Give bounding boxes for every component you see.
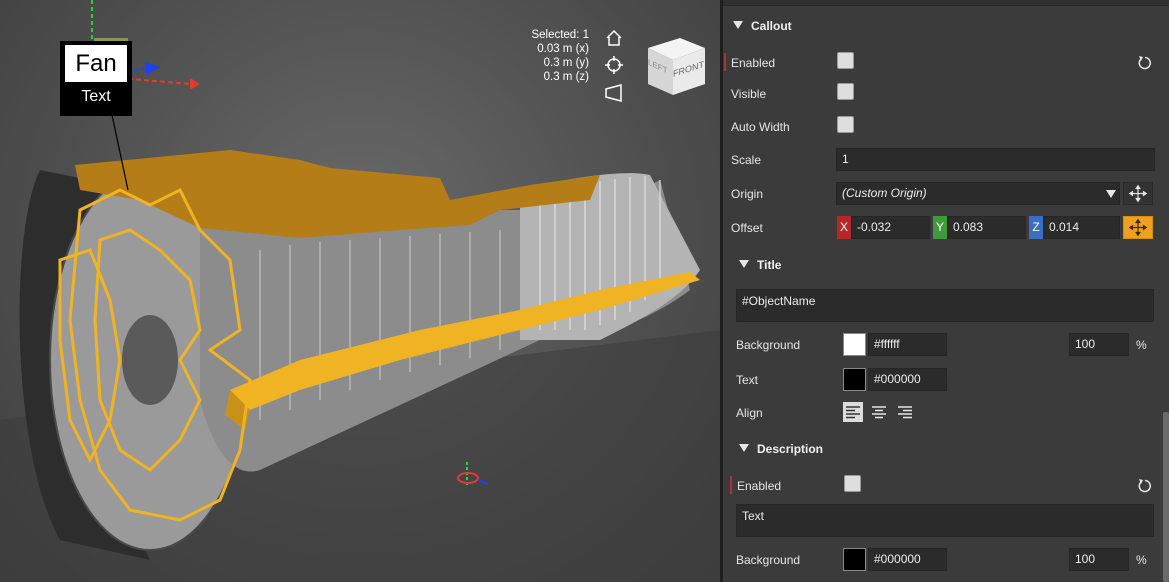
modified-indicator: [724, 53, 726, 71]
title-text-color-swatch[interactable]: [843, 368, 866, 391]
offset-x-input[interactable]: -0.032: [851, 216, 930, 239]
move-origin-icon[interactable]: [1123, 182, 1153, 205]
callout-offset-label: Offset: [731, 221, 763, 235]
title-align-label: Align: [736, 406, 763, 420]
description-section-header[interactable]: Description: [739, 442, 823, 456]
collapse-triangle-icon: [739, 444, 749, 452]
callout-section-header[interactable]: Callout: [733, 19, 792, 33]
description-text-input[interactable]: Text: [736, 504, 1154, 537]
title-background-swatch[interactable]: [843, 333, 866, 356]
home-icon[interactable]: [604, 28, 624, 48]
focus-target-icon[interactable]: [604, 55, 624, 75]
callout-auto-width-checkbox[interactable]: [837, 116, 854, 133]
callout-scale-label: Scale: [731, 153, 762, 167]
align-left-icon[interactable]: [843, 402, 863, 422]
spinner: [122, 315, 178, 405]
modified-indicator: [730, 476, 732, 494]
title-text-hex-input[interactable]: #000000: [868, 368, 947, 391]
callout-description: Text: [81, 88, 111, 105]
chevron-down-icon[interactable]: [1106, 190, 1116, 198]
title-background-opacity-input[interactable]: 100: [1069, 333, 1129, 356]
title-section-header[interactable]: Title: [739, 258, 781, 272]
object-callout[interactable]: Fan Text: [60, 41, 132, 116]
offset-y-tag: Y: [933, 216, 947, 239]
description-background-opacity-input[interactable]: 100: [1069, 548, 1129, 571]
panel-scrollbar[interactable]: [1163, 412, 1169, 582]
callout-auto-width-label: Auto Width: [731, 120, 790, 134]
callout-enabled-checkbox[interactable]: [837, 52, 854, 69]
selection-size-y: 0.3 m (y): [543, 57, 589, 69]
offset-y-input[interactable]: 0.083: [947, 216, 1026, 239]
title-background-hex-input[interactable]: #ffffff: [868, 333, 947, 356]
description-enabled-label: Enabled: [737, 479, 782, 493]
callout-enabled-label: Enabled: [731, 56, 776, 70]
reset-icon[interactable]: [1137, 55, 1153, 71]
panel-top-border: [723, 0, 1169, 6]
move-offset-icon[interactable]: [1123, 216, 1153, 239]
callout-title: Fan: [65, 45, 127, 82]
description-background-hex-input[interactable]: #000000: [868, 548, 947, 571]
description-background-label: Background: [736, 553, 801, 567]
selection-size-z: 0.3 m (z): [543, 71, 589, 83]
callout-scale-input[interactable]: 1: [836, 148, 1155, 171]
percent-label: %: [1136, 553, 1147, 567]
perspective-icon[interactable]: [604, 83, 624, 103]
align-center-icon[interactable]: [869, 402, 889, 422]
offset-x-tag: X: [837, 216, 851, 239]
percent-label: %: [1136, 338, 1147, 352]
properties-panel: Callout Enabled Visible Auto Width Scale…: [723, 0, 1169, 582]
description-enabled-checkbox[interactable]: [844, 475, 861, 492]
align-right-icon[interactable]: [895, 402, 915, 422]
description-background-swatch[interactable]: [843, 548, 866, 571]
title-text-input[interactable]: #ObjectName: [736, 289, 1154, 322]
3d-viewport[interactable]: LEFT FRONT Selected: 1 0.03 m (x) 0.3 m …: [0, 0, 720, 582]
callout-origin-dropdown[interactable]: (Custom Origin): [836, 182, 1120, 205]
collapse-triangle-icon: [739, 260, 749, 268]
callout-visible-checkbox[interactable]: [837, 83, 854, 100]
title-background-label: Background: [736, 338, 801, 352]
selection-count: Selected: 1: [531, 29, 589, 41]
offset-z-tag: Z: [1029, 216, 1043, 239]
callout-origin-label: Origin: [731, 187, 764, 201]
offset-z-input[interactable]: 0.014: [1043, 216, 1120, 239]
reset-icon[interactable]: [1137, 478, 1153, 494]
title-text-color-label: Text: [736, 373, 759, 387]
collapse-triangle-icon: [733, 21, 743, 29]
selection-readout: Selected: 1 0.03 m (x) 0.3 m (y) 0.3 m (…: [531, 28, 589, 84]
selection-size-x: 0.03 m (x): [537, 43, 589, 55]
callout-visible-label: Visible: [731, 87, 767, 101]
